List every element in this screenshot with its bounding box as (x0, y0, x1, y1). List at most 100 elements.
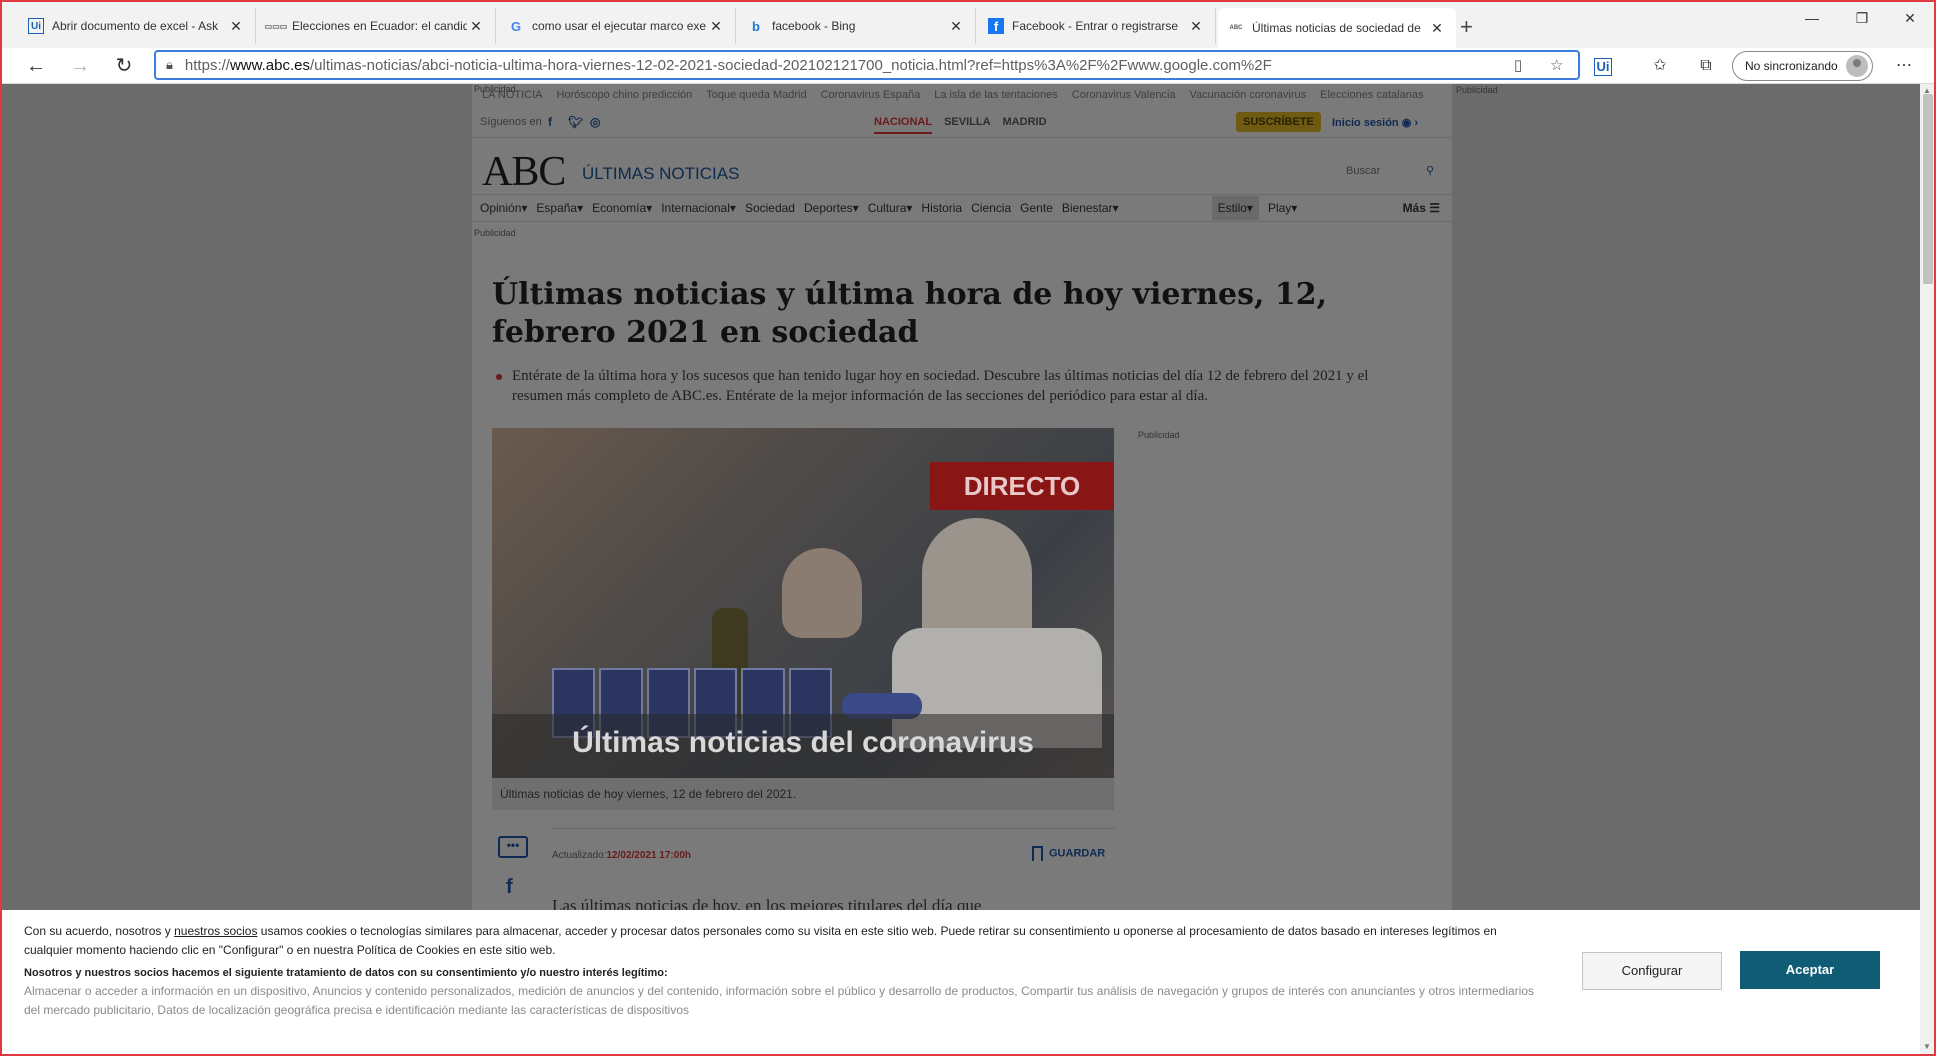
collections-icon[interactable]: ⧉ (1694, 54, 1718, 78)
publicidad-label: Publicidad (1138, 430, 1180, 440)
tab-favicon: G (510, 18, 522, 34)
cookie-banner: Con su acuerdo, nosotros y nuestros soci… (2, 910, 1920, 1054)
back-arrow-icon[interactable]: ← (22, 52, 50, 80)
bullet-icon (496, 374, 502, 380)
scrollbar-thumb[interactable] (1923, 94, 1933, 284)
browser-toolbar: ← → ↻ 🔒︎ https://www.abc.es/ultimas-noti… (2, 48, 1934, 84)
profile-button[interactable]: No sincronizando (1732, 51, 1873, 81)
follow-label: Síguenos en (480, 116, 542, 128)
trending-link[interactable]: Coronavirus Valencia (1072, 89, 1176, 101)
tab-title: como usar el ejecutar marco exe (532, 19, 707, 33)
tab-1[interactable]: Ui Abrir documento de excel - Ask ✕ (18, 8, 256, 44)
tab-strip: Ui Abrir documento de excel - Ask ✕ ▭▭▭ … (2, 2, 1934, 48)
tab-title: Últimas noticias de sociedad de (1252, 21, 1421, 35)
main-menu: Opinión▾ España▾ Economía▾ Internacional… (472, 194, 1452, 222)
search-icon[interactable]: ⚲ (1426, 160, 1434, 182)
tab-2[interactable]: ▭▭▭ Elecciones en Ecuador: el candid ✕ (258, 8, 496, 44)
live-badge: DIRECTO (930, 462, 1114, 510)
url-path: /ultimas-noticias/abci-noticia-ultima-ho… (310, 56, 1272, 74)
photo-person (782, 548, 862, 638)
menu-item[interactable]: Bienestar▾ (1062, 201, 1119, 215)
abc-logo[interactable]: ABC (482, 148, 566, 196)
menu-item[interactable]: Cultura▾ (868, 201, 913, 215)
address-bar[interactable]: 🔒︎ https://www.abc.es/ultimas-noticias/a… (154, 50, 1580, 80)
close-icon[interactable]: ✕ (467, 18, 485, 35)
twitter-icon[interactable]: 🐦︎ (568, 115, 583, 129)
reader-view-icon[interactable]: ▯ (1514, 56, 1522, 74)
login-link[interactable]: Inicio sesión ◉ › (1332, 116, 1418, 129)
facebook-icon[interactable]: f (548, 115, 552, 129)
add-favorite-icon[interactable]: ☆ (1550, 56, 1563, 74)
favorites-icon[interactable]: ✩ (1648, 54, 1672, 78)
tab-favicon: Ui (28, 18, 44, 34)
close-icon[interactable]: ✕ (707, 18, 725, 35)
photo-overlay-text: Últimas noticias del coronavirus (572, 726, 1034, 759)
tab-6-active[interactable]: ABC Últimas noticias de sociedad de ✕ (1218, 8, 1456, 48)
configure-button[interactable]: Configurar (1582, 952, 1722, 990)
menu-item[interactable]: Gente (1020, 201, 1053, 215)
trending-link[interactable]: Coronavirus España (821, 89, 921, 101)
tab-favicon: ▭▭▭ (264, 21, 288, 31)
tab-3[interactable]: G como usar el ejecutar marco exe ✕ (498, 8, 736, 44)
window-close-icon[interactable]: ✕ (1890, 10, 1930, 27)
forward-arrow-icon[interactable]: → (66, 52, 94, 80)
menu-item[interactable]: Opinión▾ (480, 201, 527, 215)
instagram-icon[interactable]: ◎ (590, 115, 600, 129)
region-link-madrid[interactable]: MADRID (1003, 116, 1047, 134)
tab-title: facebook - Bing (772, 19, 856, 33)
minimize-icon[interactable]: — (1792, 10, 1832, 26)
trending-link[interactable]: Elecciones catalanas (1320, 89, 1423, 101)
region-link-nacional[interactable]: NACIONAL (874, 116, 933, 134)
trending-link[interactable]: La isla de las tentaciones (934, 89, 1058, 101)
comment-icon[interactable]: ••• (498, 836, 528, 858)
scroll-down-icon[interactable]: ▼ (1923, 1042, 1931, 1051)
menu-item[interactable]: Historia (921, 201, 962, 215)
save-button[interactable]: GUARDAR (1032, 846, 1105, 861)
menu-more-button[interactable]: Más ☰ (1403, 201, 1440, 215)
menu-item[interactable]: Economía▾ (592, 201, 652, 215)
url-text[interactable]: https://www.abc.es/ultimas-noticias/abci… (185, 57, 1272, 74)
tab-4[interactable]: b facebook - Bing ✕ (738, 8, 976, 44)
new-tab-button[interactable]: + (1460, 14, 1473, 40)
close-icon[interactable]: ✕ (227, 18, 245, 35)
menu-item-play[interactable]: Play▾ (1268, 201, 1297, 215)
close-icon[interactable]: ✕ (947, 18, 965, 35)
tab-title: Elecciones en Ecuador: el candid (292, 19, 467, 33)
menu-item-estilo[interactable]: Estilo▾ (1211, 196, 1259, 220)
tab-5[interactable]: f Facebook - Entrar o registrarse ✕ (978, 8, 1216, 44)
search-input[interactable]: Buscar ⚲ (1340, 160, 1440, 182)
article-photo[interactable]: DIRECTO Últimas noticias del coronavirus (492, 428, 1114, 778)
close-icon[interactable]: ✕ (1428, 20, 1446, 37)
menu-item[interactable]: Ciencia (971, 201, 1011, 215)
trending-link[interactable]: Horóscopo chino predicción (557, 89, 693, 101)
save-label: GUARDAR (1049, 847, 1106, 860)
more-options-icon[interactable]: ⋯ (1892, 54, 1916, 78)
section-title[interactable]: ÚLTIMAS NOTICIAS (582, 164, 739, 184)
lock-icon[interactable]: 🔒︎ (166, 57, 173, 73)
region-link-sevilla[interactable]: SEVILLA (944, 116, 990, 134)
page-scrollbar[interactable]: ▲ ▼ (1920, 84, 1934, 1054)
header-band: Síguenos en f 🐦︎ ◎ NACIONAL SEVILLA MADR… (472, 106, 1452, 138)
reload-icon[interactable]: ↻ (110, 52, 138, 80)
tab-title: Facebook - Entrar o registrarse (1012, 19, 1179, 33)
url-domain: www.abc.es (229, 56, 310, 74)
tab-favicon: ABC (1229, 25, 1243, 31)
updated-label: Actualizado: (552, 850, 607, 861)
facebook-share-icon[interactable]: f (506, 876, 513, 899)
close-icon[interactable]: ✕ (1187, 18, 1205, 35)
menu-item[interactable]: Internacional▾ (661, 201, 736, 215)
partners-link[interactable]: nuestros socios (174, 924, 257, 938)
tab-favicon: f (988, 18, 1004, 34)
subscribe-button[interactable]: SUSCRÍBETE (1236, 112, 1321, 132)
trending-link[interactable]: Toque queda Madrid (706, 89, 806, 101)
accept-button[interactable]: Aceptar (1740, 951, 1880, 989)
trending-links: LA NOTICIA Horóscopo chino predicción To… (472, 84, 1452, 106)
uipath-extension-icon[interactable]: Ui (1594, 58, 1612, 76)
menu-item[interactable]: España▾ (536, 201, 583, 215)
menu-item[interactable]: Sociedad (745, 201, 795, 215)
trending-link[interactable]: Vacunación coronavirus (1190, 89, 1307, 101)
restore-icon[interactable]: ❐ (1842, 10, 1882, 27)
cookie-text-a: Con su acuerdo, nosotros y (24, 924, 175, 938)
menu-item[interactable]: Deportes▾ (804, 201, 859, 215)
masthead: ABC ÚLTIMAS NOTICIAS Buscar ⚲ (472, 140, 1452, 195)
